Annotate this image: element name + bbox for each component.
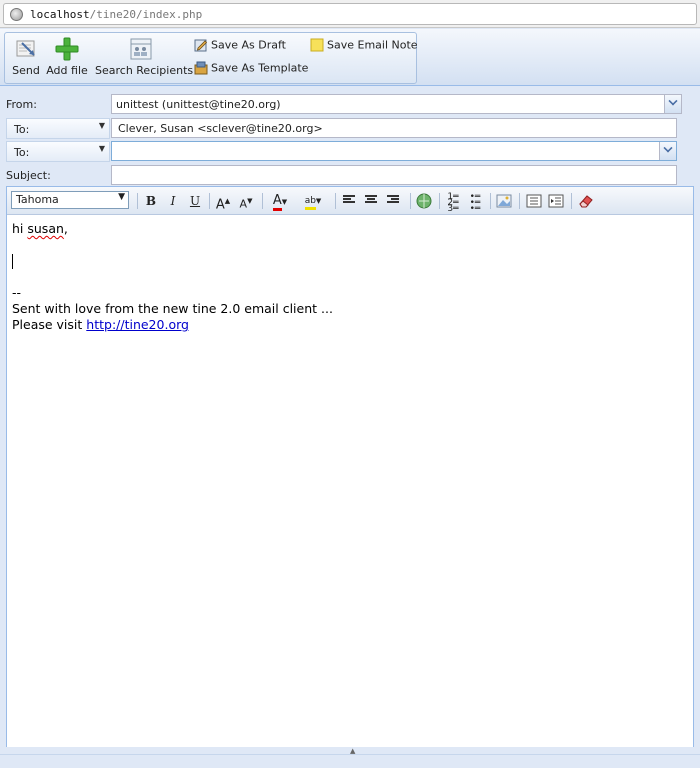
triangle-down-icon: ▼ (98, 121, 105, 130)
align-center-icon[interactable] (365, 195, 377, 206)
toolbar-separator (335, 193, 336, 209)
recipient-field[interactable]: Clever, Susan <sclever@tine20.org> (111, 118, 677, 138)
send-label: Send (12, 64, 40, 77)
toolbar-separator (490, 193, 491, 209)
font-color-icon[interactable]: A▼ (267, 192, 293, 211)
save-as-template-button[interactable]: Save As Template (194, 61, 308, 81)
send-icon (16, 40, 35, 57)
recipient-type-select[interactable]: To: ▼ (6, 118, 110, 139)
from-row: From: unittest (unittest@tine20.org) (4, 94, 682, 116)
recipient-type-select[interactable]: To: ▼ (6, 141, 110, 162)
grow-font-icon[interactable]: A▲ (214, 192, 232, 212)
unordered-list-icon[interactable]: •═ •═ •═ (466, 192, 484, 214)
outdent-icon[interactable] (525, 192, 543, 210)
recipient-input[interactable] (111, 141, 677, 161)
signature-link-line: Please visit http://tine20.org (12, 317, 688, 333)
recipient-row: To: ▼ Clever, Susan <sclever@tine20.org> (4, 118, 680, 140)
underline-icon[interactable]: U (186, 192, 204, 210)
cursor-line (12, 253, 688, 269)
greeting-line: hi susan, (12, 221, 68, 236)
italic-icon[interactable]: I (164, 192, 182, 210)
add-file-icon (55, 37, 79, 61)
save-as-draft-label: Save As Draft (211, 38, 286, 52)
font-family-select[interactable]: Tahoma ▼ (11, 191, 129, 209)
recipient-value: Clever, Susan <sclever@tine20.org> (118, 122, 323, 135)
globe-icon (10, 8, 23, 21)
address-book-icon (130, 38, 152, 60)
draft-icon (194, 39, 208, 52)
toolbar-separator (439, 193, 440, 209)
signature-link[interactable]: http://tine20.org (86, 317, 189, 332)
toolbar-button-group: Send Add file Search Recipients Save As … (4, 32, 418, 84)
window-bottom-bar (0, 754, 700, 768)
compose-toolbar: Send Add file Search Recipients Save As … (0, 29, 700, 86)
subject-row: Subject: (4, 165, 680, 187)
toolbar-separator (410, 193, 411, 209)
message-body[interactable]: hi susan, -- Sent with love from the new… (7, 216, 693, 747)
highlight-color-icon[interactable]: ab▼ (299, 192, 327, 210)
add-file-label: Add file (46, 64, 88, 77)
eraser-icon[interactable] (577, 192, 595, 210)
from-select[interactable]: unittest (unittest@tine20.org) (111, 94, 682, 114)
note-icon (310, 38, 324, 52)
editor-toolbar: Tahoma ▼ B I U A▲ A▼ A▼ ab▼ 1═ 2═ 3═ •═ •═ •… (7, 187, 693, 215)
save-email-note-button[interactable]: Save Email Note (310, 38, 418, 58)
signature-line: Sent with love from the new tine 2.0 ema… (12, 301, 333, 316)
indent-icon[interactable] (547, 192, 565, 210)
triangle-down-icon: ▼ (98, 144, 105, 153)
signature-prefix: Please visit (12, 317, 87, 332)
subject-label: Subject: (6, 169, 51, 182)
misspelled-word: susan (27, 221, 64, 236)
subject-input[interactable] (111, 165, 677, 185)
toolbar-separator (209, 193, 210, 209)
toolbar-separator (262, 193, 263, 209)
editor-resize-handle[interactable]: ▲ (6, 747, 694, 755)
save-email-note-label: Save Email Note (327, 38, 418, 52)
url-host: localhost (30, 8, 90, 21)
toolbar-separator (519, 193, 520, 209)
url-text: localhost/tine20/index.php (30, 8, 202, 21)
align-left-icon[interactable] (343, 195, 355, 206)
recipient-dropdown-trigger[interactable] (659, 142, 676, 160)
toolbar-separator (137, 193, 138, 209)
toolbar-separator (571, 193, 572, 209)
chevron-down-icon (663, 143, 673, 153)
text-cursor (12, 254, 13, 269)
shrink-font-icon[interactable]: A▼ (237, 192, 255, 211)
save-as-template-label: Save As Template (211, 61, 309, 75)
html-editor: Tahoma ▼ B I U A▲ A▼ A▼ ab▼ 1═ 2═ 3═ •═ •═ •… (6, 186, 694, 748)
from-dropdown-trigger[interactable] (664, 95, 681, 113)
align-right-icon[interactable] (387, 195, 399, 206)
add-file-button[interactable]: Add file (46, 35, 88, 81)
address-field[interactable]: localhost/tine20/index.php (3, 3, 697, 25)
search-recipients-label: Search Recipients (95, 64, 194, 77)
send-button[interactable]: Send (7, 35, 45, 81)
recipient-type-label: To: (14, 146, 30, 159)
url-path: /tine20/index.php (89, 8, 203, 21)
template-icon (194, 61, 208, 75)
from-value: unittest (unittest@tine20.org) (116, 98, 281, 111)
chevron-down-icon (668, 96, 678, 106)
font-family-value: Tahoma (16, 193, 59, 206)
browser-url-bar: localhost/tine20/index.php (0, 0, 700, 28)
recipient-row: To: ▼ (4, 141, 680, 163)
save-as-draft-button[interactable]: Save As Draft (194, 38, 286, 58)
signature-separator: -- (12, 285, 22, 300)
insert-image-icon[interactable] (495, 192, 513, 210)
recipient-type-label: To: (14, 123, 30, 136)
link-icon[interactable] (415, 192, 433, 210)
triangle-down-icon: ▼ (118, 192, 125, 202)
bold-icon[interactable]: B (142, 192, 160, 210)
from-label: From: (6, 98, 37, 111)
ordered-list-icon[interactable]: 1═ 2═ 3═ (444, 192, 462, 214)
search-recipients-button[interactable]: Search Recipients (95, 35, 194, 81)
